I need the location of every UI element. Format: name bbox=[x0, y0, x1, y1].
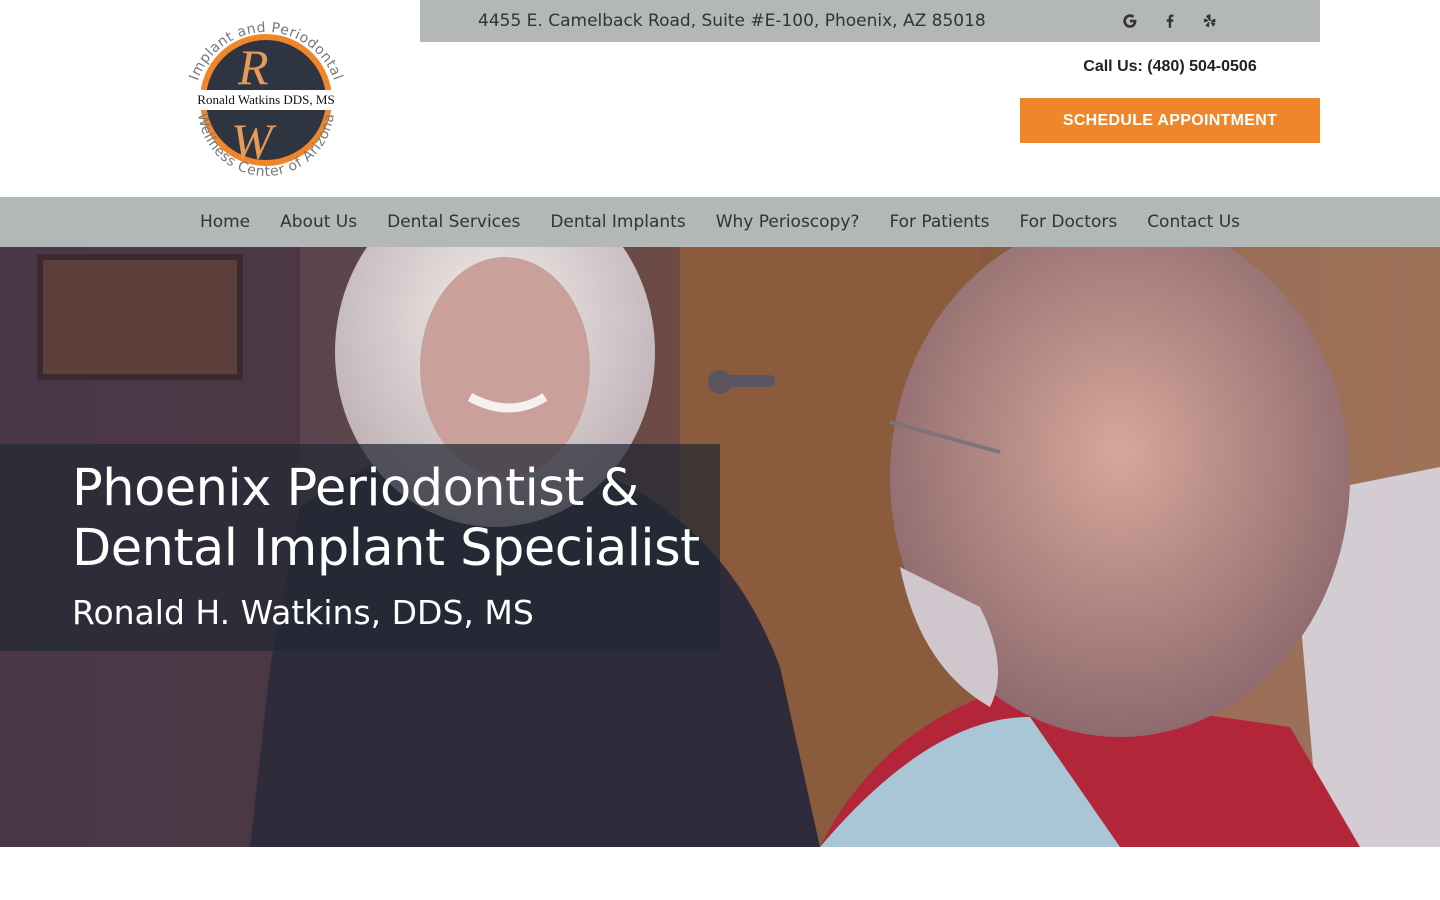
nav-dental-services[interactable]: Dental Services bbox=[372, 197, 535, 247]
nav-contact-us[interactable]: Contact Us bbox=[1132, 197, 1255, 247]
hero-title: Phoenix Periodontist & Dental Implant Sp… bbox=[72, 459, 700, 578]
hero-subtitle: Ronald H. Watkins, DDS, MS bbox=[72, 593, 534, 632]
google-icon bbox=[1123, 14, 1137, 28]
hero-banner: Phoenix Periodontist & Dental Implant Sp… bbox=[0, 247, 1440, 847]
site-header: R W Ronald Watkins DDS, MS Implant and P… bbox=[0, 0, 1440, 197]
logo-monogram-r: R bbox=[237, 39, 269, 95]
nav-for-patients[interactable]: For Patients bbox=[874, 197, 1004, 247]
schedule-appointment-button[interactable]: Schedule Appointment bbox=[1020, 98, 1320, 143]
yelp-icon bbox=[1203, 14, 1216, 28]
address: 4455 E. Camelback Road, Suite #E-100, Ph… bbox=[478, 11, 986, 31]
logo[interactable]: R W Ronald Watkins DDS, MS Implant and P… bbox=[176, 12, 356, 187]
facebook-link[interactable] bbox=[1157, 8, 1183, 34]
facebook-icon bbox=[1166, 14, 1174, 28]
google-link[interactable] bbox=[1117, 8, 1143, 34]
logo-emblem: R W Ronald Watkins DDS, MS Implant and P… bbox=[176, 20, 356, 180]
nav-why-perioscopy[interactable]: Why Perioscopy? bbox=[701, 197, 875, 247]
phone-link[interactable]: Call Us: (480) 504-0506 bbox=[1083, 58, 1256, 75]
main-nav: Home About Us Dental Services Dental Imp… bbox=[0, 197, 1440, 247]
yelp-link[interactable] bbox=[1197, 8, 1223, 34]
nav-home[interactable]: Home bbox=[185, 197, 265, 247]
nav-dental-implants[interactable]: Dental Implants bbox=[535, 197, 700, 247]
nav-for-doctors[interactable]: For Doctors bbox=[1004, 197, 1132, 247]
nav-about-us[interactable]: About Us bbox=[265, 197, 372, 247]
logo-name-band: Ronald Watkins DDS, MS bbox=[197, 92, 334, 107]
call-us-text: Call Us: (480) 504-0506 bbox=[1020, 58, 1320, 76]
top-bar: 4455 E. Camelback Road, Suite #E-100, Ph… bbox=[420, 0, 1320, 42]
